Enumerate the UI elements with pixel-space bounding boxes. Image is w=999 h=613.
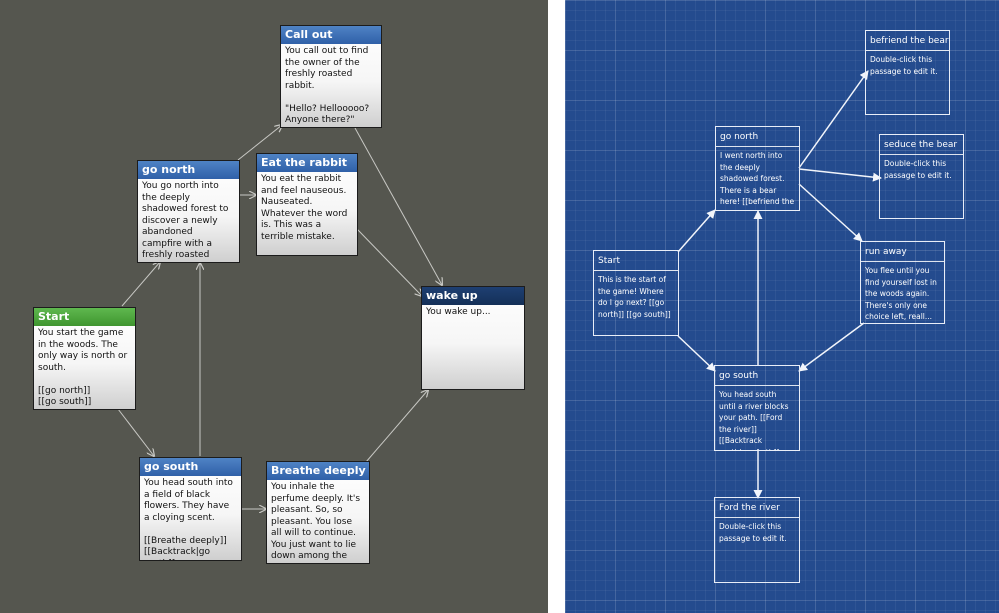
passage-eat-the-rabbit[interactable]: Eat the rabbit You eat the rabbit and fe…: [256, 153, 358, 256]
passage-title: wake up: [422, 287, 524, 305]
passage-title: Ford the river: [715, 498, 799, 518]
passage-excerpt: You flee until you find yourself lost in…: [865, 266, 940, 321]
passage-excerpt: You call out to find the owner of the fr…: [285, 46, 370, 125]
link-start-go-south: [117, 408, 154, 456]
passage-excerpt: You head south into a field of black flo…: [144, 478, 233, 560]
passage-title: go south: [140, 458, 241, 476]
passage-title: Start: [34, 308, 135, 326]
passage-title: Breathe deeply: [267, 462, 369, 480]
passage-title: Start: [594, 251, 678, 271]
classic-story-map: Call out You call out to find the owner …: [0, 0, 548, 613]
link-go-north-befriend: [798, 70, 869, 169]
passage-seduce-the-bear[interactable]: seduce the bear Double-click this passag…: [879, 134, 964, 219]
passage-befriend-the-bear[interactable]: befriend the bear Double-click this pass…: [865, 30, 950, 115]
passage-title: go north: [138, 161, 239, 179]
passage-excerpt: You eat the rabbit and feel nauseous. Na…: [261, 174, 348, 255]
passage-excerpt: You wake up...: [426, 307, 491, 317]
blueprint-story-map: befriend the bear Double-click this pass…: [565, 0, 999, 613]
passage-excerpt: This is the start of the game! Where do …: [598, 275, 671, 319]
passage-excerpt: I went north into the deeply shadowed fo…: [720, 151, 795, 210]
passage-go-north[interactable]: go north I went north into the deeply sh…: [715, 126, 800, 211]
passage-title: go south: [715, 366, 799, 386]
link-start-go-south: [677, 335, 716, 372]
link-call-out-wake-up: [354, 127, 442, 285]
link-breathe-wake-up: [365, 390, 428, 463]
passage-call-out[interactable]: Call out You call out to find the owner …: [280, 25, 382, 128]
passage-title: seduce the bear: [880, 135, 963, 155]
passage-excerpt: You inhale the perfume deeply. It's plea…: [271, 482, 361, 563]
passage-title: go north: [716, 127, 799, 147]
passage-go-south[interactable]: go south You head south until a river bl…: [714, 365, 800, 451]
link-go-north-run-away: [798, 183, 863, 242]
passage-title: befriend the bear: [866, 31, 949, 51]
passage-excerpt: Double-click this passage to edit it.: [884, 159, 952, 180]
passage-start[interactable]: Start This is the start of the game! Whe…: [593, 250, 679, 336]
link-start-go-north: [677, 209, 716, 253]
link-start-go-north: [121, 262, 160, 307]
passage-title: Eat the rabbit: [257, 154, 357, 172]
passage-excerpt: You head south until a river blocks your…: [719, 390, 789, 450]
passage-excerpt: You start the game in the woods. The onl…: [38, 328, 128, 407]
passage-run-away[interactable]: run away You flee until you find yoursel…: [860, 241, 945, 324]
link-go-north-seduce: [798, 168, 882, 182]
passage-wake-up[interactable]: wake up You wake up...: [421, 286, 525, 390]
passage-excerpt: You go north into the deeply shadowed fo…: [142, 181, 229, 262]
passage-go-south[interactable]: go south You head south into a field of …: [139, 457, 242, 561]
link-eat-rabbit-wake-up: [356, 228, 422, 296]
passage-title: run away: [861, 242, 944, 262]
passage-excerpt: Double-click this passage to edit it.: [870, 55, 938, 76]
passage-ford-the-river[interactable]: Ford the river Double-click this passage…: [714, 497, 800, 583]
view-divider: [548, 0, 565, 613]
passage-start[interactable]: Start You start the game in the woods. T…: [33, 307, 136, 410]
passage-excerpt: Double-click this passage to edit it.: [719, 522, 787, 543]
link-run-away-go-south: [798, 322, 865, 372]
passage-go-north[interactable]: go north You go north into the deeply sh…: [137, 160, 240, 263]
passage-title: Call out: [281, 26, 381, 44]
passage-breathe-deeply[interactable]: Breathe deeply You inhale the perfume de…: [266, 461, 370, 564]
